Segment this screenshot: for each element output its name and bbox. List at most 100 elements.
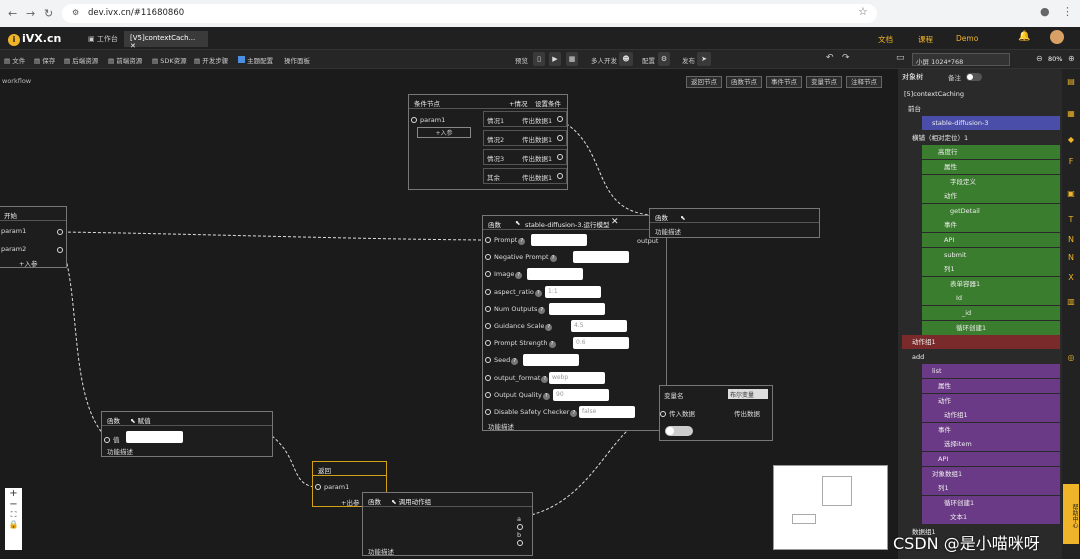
nest-icon[interactable]: N: [1065, 253, 1077, 262]
condition-param[interactable]: param1: [411, 116, 445, 124]
function-field-row[interactable]: output_format?: [485, 374, 549, 383]
case-row[interactable]: 情况2 传出数据1: [483, 130, 567, 146]
tab-project[interactable]: [V5]contextCach... ✕: [124, 31, 208, 50]
function-field-row[interactable]: Negative Prompt?: [485, 253, 557, 263]
variable-icon[interactable]: X: [1065, 273, 1077, 282]
assign-value-input[interactable]: [126, 431, 183, 443]
field-port[interactable]: [485, 409, 491, 415]
help-icon[interactable]: ?: [545, 324, 553, 331]
tree-node[interactable]: 循环创建1: [922, 495, 1060, 510]
plugin-icon[interactable]: ◆: [1065, 135, 1077, 144]
image-icon[interactable]: ▣: [1065, 189, 1077, 198]
function-field-row[interactable]: Image?: [485, 270, 523, 280]
help-icon[interactable]: ?: [541, 375, 549, 383]
function-field-row[interactable]: aspect_ratio?: [485, 288, 542, 297]
tree-node[interactable]: 事件: [922, 218, 1060, 233]
theme-config[interactable]: 主题配置: [238, 55, 273, 65]
tree-node[interactable]: getDetail: [922, 203, 1060, 218]
field-input[interactable]: 4.5: [571, 320, 627, 332]
variable-out[interactable]: 传出数据: [734, 408, 760, 418]
tree-node[interactable]: _id: [922, 306, 1060, 320]
screen-size-select[interactable]: 小屏 1024*768: [912, 53, 1010, 66]
field-input[interactable]: 1:1: [545, 285, 601, 298]
tree-node[interactable]: 文本1: [922, 510, 1060, 525]
field-port[interactable]: [485, 254, 491, 261]
start-param1[interactable]: param1: [1, 227, 26, 235]
tree-node[interactable]: 动作组1: [922, 408, 1060, 423]
field-port[interactable]: [485, 357, 491, 364]
case-row[interactable]: 其余 传出数据1: [483, 168, 567, 184]
start-add-param[interactable]: +入参: [19, 258, 37, 268]
tree-node[interactable]: 循环创建1: [922, 320, 1060, 335]
collab-button[interactable]: ☻: [619, 52, 633, 66]
assign-node[interactable]: 函数 ⬉ 赋值 值 功能描述: [101, 411, 273, 457]
variable-in-port[interactable]: 传入数据: [660, 408, 695, 418]
number-icon[interactable]: N: [1065, 235, 1077, 244]
tree-node[interactable]: 字段定义: [922, 174, 1060, 189]
tree-node[interactable]: [5]contextCaching: [902, 87, 1060, 101]
case-row[interactable]: 情况3 传出数据1: [483, 149, 567, 165]
docs-link[interactable]: 文档: [878, 34, 893, 45]
tree-node[interactable]: API: [922, 233, 1060, 247]
tree-node[interactable]: 属性: [922, 379, 1060, 393]
function-field-row[interactable]: Seed?: [485, 356, 519, 366]
dev-steps[interactable]: ▤ 开发步骤: [194, 55, 228, 65]
field-port[interactable]: [485, 374, 491, 381]
help-icon[interactable]: ?: [542, 392, 550, 400]
call-action-node[interactable]: 函数 ⬉ 调用动作组 a b 功能描述: [362, 492, 533, 556]
tree-node[interactable]: API: [922, 452, 1060, 466]
field-input[interactable]: false: [579, 406, 635, 418]
condition-add-param-button[interactable]: +入参: [417, 127, 471, 138]
help-icon[interactable]: ?: [511, 358, 519, 366]
tree-node[interactable]: stable-diffusion-3: [922, 116, 1060, 131]
tree-node[interactable]: 横铺（相对定位）1: [902, 131, 1060, 145]
function-output[interactable]: output: [637, 237, 658, 245]
tree-node[interactable]: add: [902, 350, 1060, 364]
menu-kebab-icon[interactable]: ⋮: [1062, 5, 1073, 18]
return-out[interactable]: +出参: [341, 497, 359, 507]
add-case-button[interactable]: +情况: [509, 98, 527, 108]
zoom-out-button[interactable]: −: [5, 499, 22, 510]
sdk-resources[interactable]: ▤ SDK资源: [152, 55, 187, 65]
function-field-row[interactable]: Disable Safety Checker?: [485, 408, 578, 417]
bookmark-star-icon[interactable]: ☆: [858, 5, 868, 18]
object-tree-icon[interactable]: ▤: [1065, 77, 1077, 86]
zoom-out-icon[interactable]: ⊖: [1036, 54, 1043, 63]
function-field-row[interactable]: Prompt Strength?: [485, 339, 556, 349]
file-menu[interactable]: ▤ 文件: [4, 55, 25, 65]
start-param2[interactable]: param2: [1, 245, 26, 253]
reload-icon[interactable]: ↻: [44, 7, 53, 20]
call-a-port[interactable]: a: [517, 515, 532, 531]
forward-icon[interactable]: →: [26, 7, 35, 20]
tree-node[interactable]: 高度行: [922, 145, 1060, 160]
field-input[interactable]: [573, 251, 629, 264]
help-icon[interactable]: ?: [534, 289, 542, 297]
function-icon[interactable]: F: [1065, 157, 1077, 166]
field-input[interactable]: [549, 302, 605, 315]
config-button[interactable]: ⚙: [658, 52, 670, 66]
operation-panel[interactable]: 操作面板: [284, 55, 310, 65]
lock-icon[interactable]: 🔒: [5, 520, 22, 529]
zoom-in-button[interactable]: +: [5, 488, 22, 499]
tree-node[interactable]: 选择item: [922, 437, 1060, 452]
help-icon[interactable]: ?: [518, 238, 526, 245]
condition-node[interactable]: 条件节点 +情况 设置条件 param1 +入参 情况1 传出数据1 情况2 传出数…: [408, 94, 568, 190]
field-input[interactable]: [523, 354, 579, 367]
return-param[interactable]: param1: [315, 483, 349, 491]
field-input[interactable]: [531, 234, 587, 246]
backend-resources[interactable]: ▤ 后端资源: [64, 55, 98, 65]
field-input[interactable]: [527, 268, 583, 281]
start-node[interactable]: 开始 param1 param2 +入参: [0, 206, 67, 268]
tree-node[interactable]: 属性: [922, 160, 1060, 174]
field-port[interactable]: [485, 305, 491, 312]
avatar[interactable]: [1050, 30, 1064, 44]
help-icon[interactable]: ?: [548, 341, 556, 349]
assign-value-port[interactable]: 值: [104, 434, 120, 444]
help-small-icon[interactable]: ◎: [1065, 353, 1077, 362]
save-button[interactable]: ▤ 保存: [34, 55, 55, 65]
course-link[interactable]: 课程: [918, 34, 933, 45]
tree-node[interactable]: 动作: [922, 189, 1060, 204]
tree-node[interactable]: 动作组1: [902, 335, 1060, 350]
help-icon[interactable]: ?: [549, 255, 557, 263]
field-port[interactable]: [485, 237, 491, 243]
